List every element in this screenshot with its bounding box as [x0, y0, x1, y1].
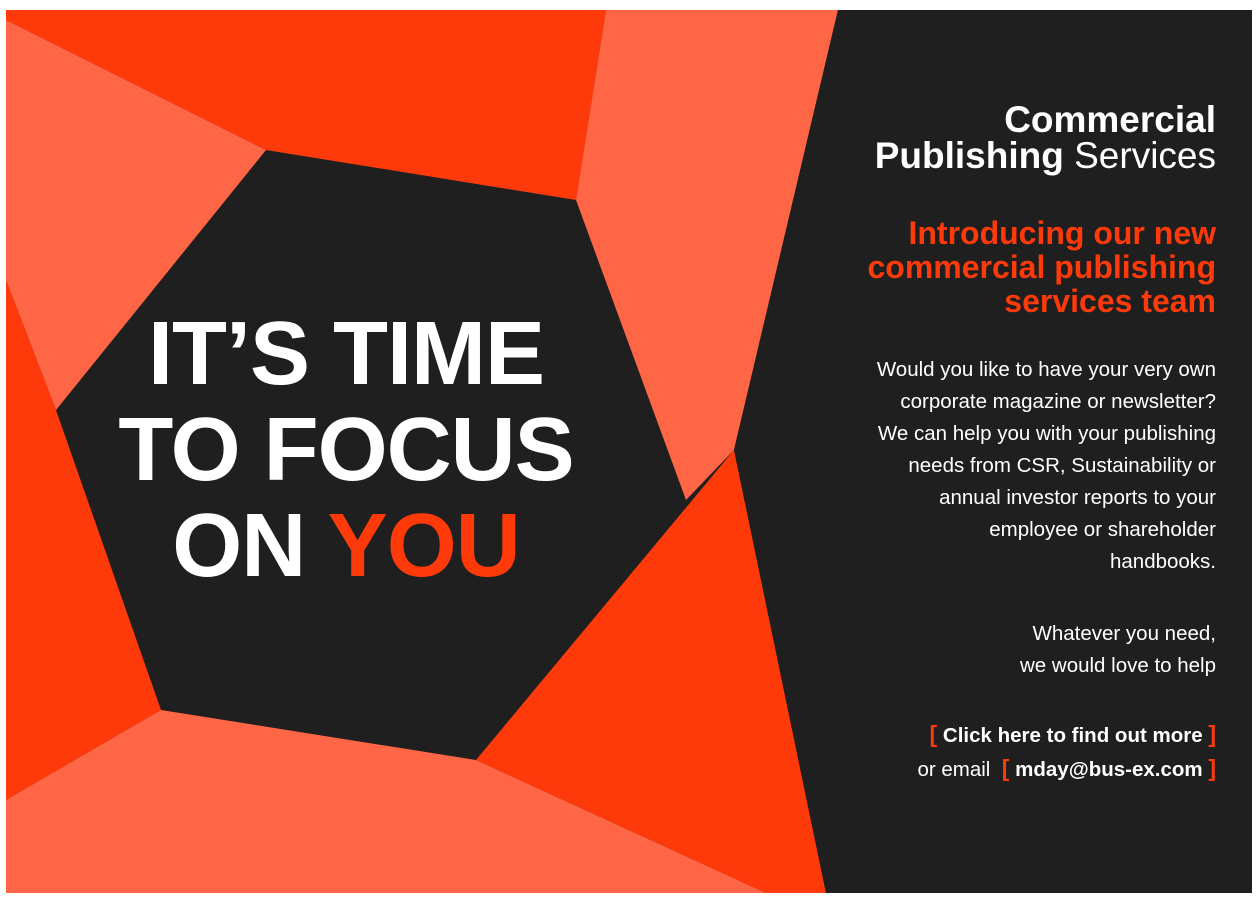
brand-line-1: Commercial [1004, 99, 1216, 140]
body-line: employee or shareholder [989, 518, 1216, 541]
or-email-label: or email [917, 758, 991, 781]
close-bracket: ] [1208, 721, 1216, 747]
intro-heading: Introducing our new commercial publishin… [796, 216, 1216, 318]
close-bracket: ] [1208, 755, 1216, 781]
body-text: Would you like to have your very own cor… [796, 354, 1216, 578]
email-link[interactable]: mday@bus-ex.com [1015, 758, 1202, 781]
intro-line-1: Introducing our new [908, 215, 1216, 251]
email-row: or email [ mday@bus-ex.com ] [796, 752, 1216, 786]
help-line-2: we would love to help [1019, 654, 1216, 677]
intro-line-2: commercial publishing [867, 249, 1216, 285]
brand-line-2-light: Services [1063, 135, 1216, 176]
headline-line-3-prefix: ON [172, 496, 328, 596]
headline-line-3: ON YOU [106, 498, 586, 594]
find-out-more-link[interactable]: Click here to find out more [943, 724, 1203, 747]
cta-block: Whatever you need, we would love to help… [796, 618, 1216, 786]
open-bracket: [ [929, 721, 938, 747]
body-line: Would you like to have your very own [876, 358, 1216, 381]
headline: IT’S TIME TO FOCUS ON YOU [106, 306, 586, 594]
find-out-more-row: [ Click here to find out more ] [796, 718, 1216, 752]
headline-accent-word: YOU [327, 496, 521, 596]
intro-line-3: services team [1004, 283, 1216, 319]
body-line: annual investor reports to your [939, 486, 1216, 509]
brand-title: Commercial Publishing Services [796, 99, 1216, 176]
headline-line-1: IT’S TIME [148, 304, 545, 404]
brand-line-2-bold: Publishing [874, 135, 1064, 176]
ad-banner: IT’S TIME TO FOCUS ON YOU Commercial Pub… [6, 10, 1252, 893]
help-line-1: Whatever you need, [1032, 622, 1216, 645]
body-line: handbooks. [1109, 550, 1216, 573]
body-line: We can help you with your publishing [877, 422, 1216, 445]
headline-line-2: TO FOCUS [118, 400, 574, 500]
body-line: needs from CSR, Sustainability or [908, 454, 1216, 477]
body-line: corporate magazine or newsletter? [900, 390, 1216, 413]
open-bracket: [ [1001, 755, 1010, 781]
info-panel: Commercial Publishing Services Introduci… [796, 99, 1216, 786]
help-text: Whatever you need, we would love to help [796, 618, 1216, 682]
